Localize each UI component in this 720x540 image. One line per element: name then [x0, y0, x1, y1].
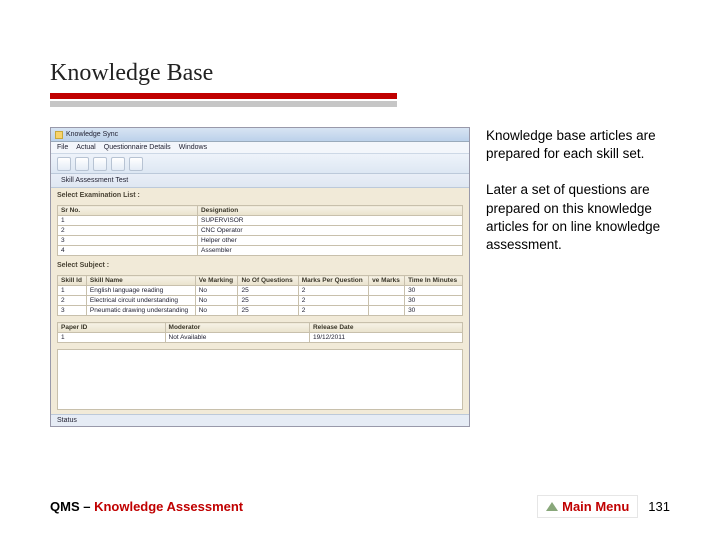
status-label: Status [57, 417, 77, 424]
page-title: Knowledge Base [50, 60, 670, 87]
table-row[interactable]: 2CNC Operator [58, 226, 463, 236]
toolbar-button[interactable] [57, 157, 71, 171]
section-label-subject: Select Subject : [57, 262, 463, 269]
app-body: Select Examination List : Sr No. Designa… [51, 188, 469, 414]
table-row[interactable]: 1SUPERVISOR [58, 216, 463, 226]
subject-table: Skill Id Skill Name Ve Marking No Of Que… [57, 275, 463, 316]
up-arrow-icon [546, 502, 558, 511]
table-row[interactable]: 1Not Available19/12/2011 [58, 333, 463, 343]
table-row[interactable]: 3Helper other [58, 236, 463, 246]
window-titlebar: Knowledge Sync [51, 128, 469, 142]
section-label-exam-list: Select Examination List : [57, 192, 463, 199]
table-row[interactable]: 3Pneumatic drawing understandingNo25230 [58, 306, 463, 316]
table-row[interactable]: 2Electrical circuit understandingNo25230 [58, 296, 463, 306]
blank-panel [57, 349, 463, 410]
slide-footer: QMS – Knowledge Assessment Main Menu 131 [50, 495, 670, 518]
table-row[interactable]: 4Assembler [58, 246, 463, 256]
menu-file[interactable]: File [57, 144, 68, 151]
status-bar: Status [51, 414, 469, 426]
menu-actual[interactable]: Actual [76, 144, 95, 151]
menubar: File Actual Questionnaire Details Window… [51, 142, 469, 154]
table-row[interactable]: 1English language readingNo25230 [58, 286, 463, 296]
title-underline [50, 93, 397, 99]
embedded-app-screenshot: Knowledge Sync File Actual Questionnaire… [50, 127, 470, 427]
toolbar-button[interactable] [93, 157, 107, 171]
sub-window-header: Skill Assessment Test [51, 174, 469, 188]
sub-window-title: Skill Assessment Test [61, 177, 128, 184]
col-designation: Designation [197, 206, 462, 216]
footer-left: QMS – Knowledge Assessment [50, 499, 243, 514]
menu-windows[interactable]: Windows [179, 144, 207, 151]
col-srno: Sr No. [58, 206, 198, 216]
side-paragraph-1: Knowledge base articles are prepared for… [486, 127, 670, 163]
toolbar [51, 154, 469, 174]
main-menu-button[interactable]: Main Menu [537, 495, 638, 518]
toolbar-button[interactable] [111, 157, 125, 171]
exam-list-table: Sr No. Designation 1SUPERVISOR 2CNC Oper… [57, 205, 463, 256]
side-text: Knowledge base articles are prepared for… [486, 127, 670, 427]
app-icon [55, 131, 63, 139]
footer-section: Knowledge Assessment [94, 499, 243, 514]
footer-prefix: QMS – [50, 499, 94, 514]
window-title: Knowledge Sync [66, 131, 118, 138]
paper-table: Paper ID Moderator Release Date 1Not Ava… [57, 322, 463, 343]
main-menu-label: Main Menu [562, 499, 629, 514]
side-paragraph-2: Later a set of questions are prepared on… [486, 181, 670, 254]
toolbar-button[interactable] [75, 157, 89, 171]
page-number: 131 [648, 499, 670, 514]
toolbar-button[interactable] [129, 157, 143, 171]
menu-questionnaire[interactable]: Questionnaire Details [104, 144, 171, 151]
